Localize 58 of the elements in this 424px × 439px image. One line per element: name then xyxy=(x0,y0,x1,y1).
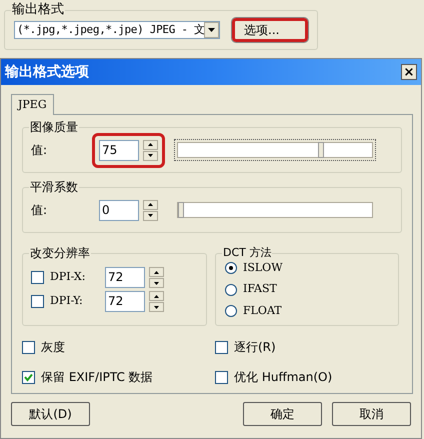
triangle-down-icon xyxy=(148,154,153,157)
dialog-button[interactable]: 取消 xyxy=(332,402,411,426)
radio-label: IFAST xyxy=(243,281,277,298)
close-button[interactable]: × xyxy=(401,64,417,80)
format-dropdown[interactable]: (*.jpg,*.jpeg,*.jpe) JPEG - 文 xyxy=(14,21,220,39)
checkbox[interactable] xyxy=(215,340,228,354)
group-title: 平滑系数 xyxy=(29,180,79,194)
field-label: 值: xyxy=(31,202,48,219)
spin-down-button[interactable] xyxy=(143,210,158,220)
tab[interactable]: JPEG xyxy=(11,94,54,115)
spin-up-button[interactable] xyxy=(149,291,164,301)
number-field[interactable]: 72 xyxy=(105,291,145,312)
group-title: DCT 方法 xyxy=(222,246,272,260)
radio-button[interactable] xyxy=(225,305,237,317)
checkbox-label: 灰度 xyxy=(41,339,65,356)
checkbox-label: 逐行(R) xyxy=(234,339,276,356)
spin-up-button[interactable] xyxy=(149,267,164,277)
slider-thumb[interactable] xyxy=(178,202,184,218)
window-title: 输出格式选项 xyxy=(5,62,89,82)
dialog-button[interactable]: 默认(D) xyxy=(11,402,90,426)
spin-down-button[interactable] xyxy=(143,150,158,160)
checkbox-label: 保留 EXIF/IPTC 数据 xyxy=(41,369,153,386)
checkbox[interactable] xyxy=(22,370,35,384)
checkbox[interactable] xyxy=(22,340,35,354)
triangle-up-icon xyxy=(154,294,159,298)
spin-down-button[interactable] xyxy=(149,302,164,312)
dropdown-value: (*.jpg,*.jpeg,*.jpe) JPEG - 文 xyxy=(16,22,204,38)
group-title: 图像质量 xyxy=(29,120,79,134)
checkbox[interactable] xyxy=(215,370,228,384)
checkbox-label: DPI-Y: xyxy=(50,293,84,310)
radio-label: ISLOW xyxy=(243,260,283,276)
checkbox[interactable] xyxy=(31,271,44,284)
options-button[interactable]: 选项... xyxy=(232,18,308,42)
radio-button[interactable] xyxy=(225,262,237,274)
slider[interactable] xyxy=(177,202,373,218)
number-field[interactable]: 72 xyxy=(105,267,145,288)
checkbox-label: 优化 Huffman(O) xyxy=(234,369,332,386)
slider[interactable] xyxy=(177,142,373,158)
group-title: 改变分辨率 xyxy=(29,246,91,260)
triangle-down-icon xyxy=(148,214,153,217)
dialog-button[interactable]: 确定 xyxy=(243,402,322,426)
field-label: 值: xyxy=(31,142,48,159)
spin-down-button[interactable] xyxy=(149,278,164,288)
spin-up-button[interactable] xyxy=(143,140,158,150)
triangle-up-icon xyxy=(148,143,153,146)
spin-up-button[interactable] xyxy=(143,200,158,210)
radio-button[interactable] xyxy=(225,284,237,296)
triangle-up-icon xyxy=(154,270,159,274)
radio-label: FLOAT xyxy=(243,302,282,319)
number-field[interactable]: 75 xyxy=(99,140,139,160)
slider-thumb[interactable] xyxy=(318,142,324,158)
triangle-down-icon xyxy=(154,306,159,308)
triangle-down-icon xyxy=(154,282,159,284)
group-title: 输出格式 xyxy=(11,3,65,17)
triangle-up-icon xyxy=(148,203,153,206)
checkbox-label: DPI-X: xyxy=(50,269,86,286)
checkbox[interactable] xyxy=(31,295,44,308)
number-field[interactable]: 0 xyxy=(99,200,139,220)
